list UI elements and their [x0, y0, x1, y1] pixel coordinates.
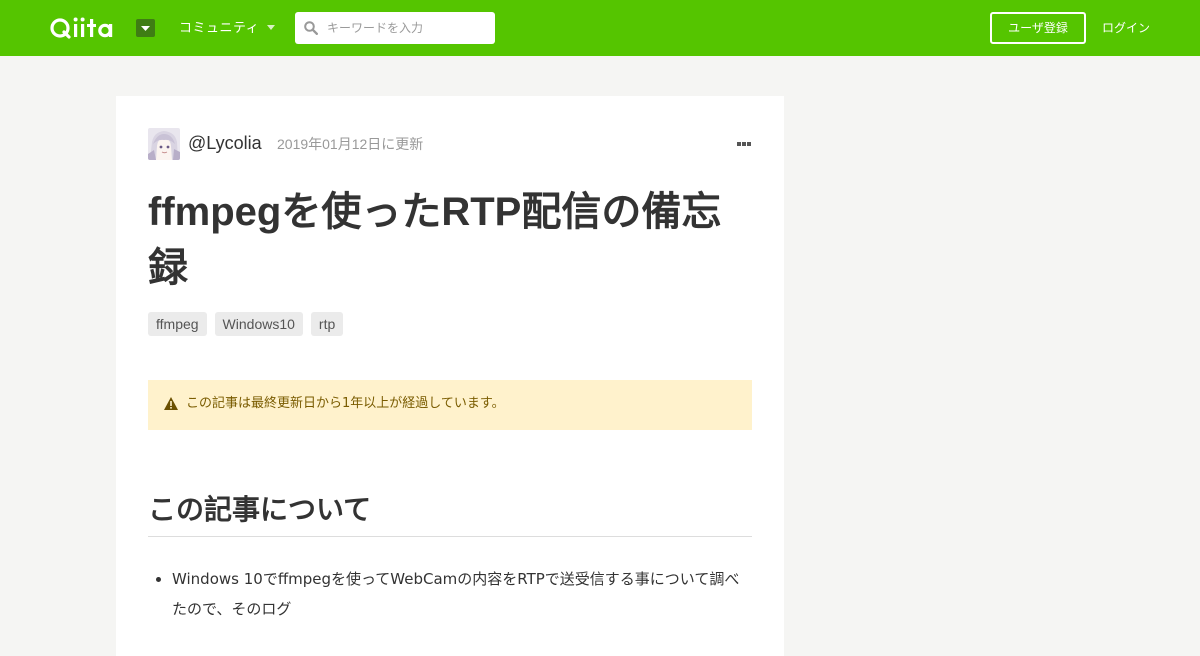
logo-menu-button[interactable] — [136, 19, 155, 37]
tag-windows10[interactable]: Windows10 — [214, 312, 303, 336]
search-input[interactable] — [325, 12, 489, 44]
tag-rtp[interactable]: rtp — [310, 312, 344, 336]
community-label: コミュニティ — [179, 21, 260, 36]
tag-list: ffmpeg Windows10 rtp — [148, 312, 344, 336]
alert-text: この記事は最終更新日から1年以上が経過しています。 — [186, 396, 505, 411]
global-header: コミュニティ ユーザ登録 ログイン — [0, 0, 1200, 56]
community-menu[interactable]: コミュニティ — [179, 20, 276, 38]
article-title: ffmpegを使ったRTP配信の備忘録 — [148, 190, 722, 290]
article-card: @Lycolia 2019年01月12日に更新 ffmpegを使ったRTP配信の… — [116, 96, 784, 656]
avatar-image — [148, 128, 180, 160]
caret-down-icon — [267, 25, 276, 30]
signup-button[interactable]: ユーザ登録 — [990, 12, 1086, 44]
tag-ffmpeg[interactable]: ffmpeg — [148, 312, 207, 336]
list-item: Windows 10でffmpegを使ってWebCamの内容をRTPで送受信する… — [172, 564, 752, 624]
more-options-button[interactable] — [734, 136, 754, 152]
search-icon — [304, 21, 318, 35]
login-link[interactable]: ログイン — [1102, 19, 1150, 37]
section-heading: この記事について — [148, 490, 752, 537]
content-list: Windows 10でffmpegを使ってWebCamの内容をRTPで送受信する… — [148, 564, 752, 624]
search-box — [295, 12, 495, 44]
author-username[interactable]: @Lycolia — [188, 132, 262, 154]
outdated-alert: この記事は最終更新日から1年以上が経過しています。 — [148, 380, 752, 430]
updated-date: 2019年01月12日に更新 — [277, 136, 424, 152]
caret-down-icon — [141, 26, 150, 31]
qiita-logo[interactable] — [50, 13, 126, 43]
warning-icon — [164, 397, 178, 410]
more-horizontal-icon — [737, 142, 751, 146]
avatar[interactable] — [148, 128, 180, 160]
